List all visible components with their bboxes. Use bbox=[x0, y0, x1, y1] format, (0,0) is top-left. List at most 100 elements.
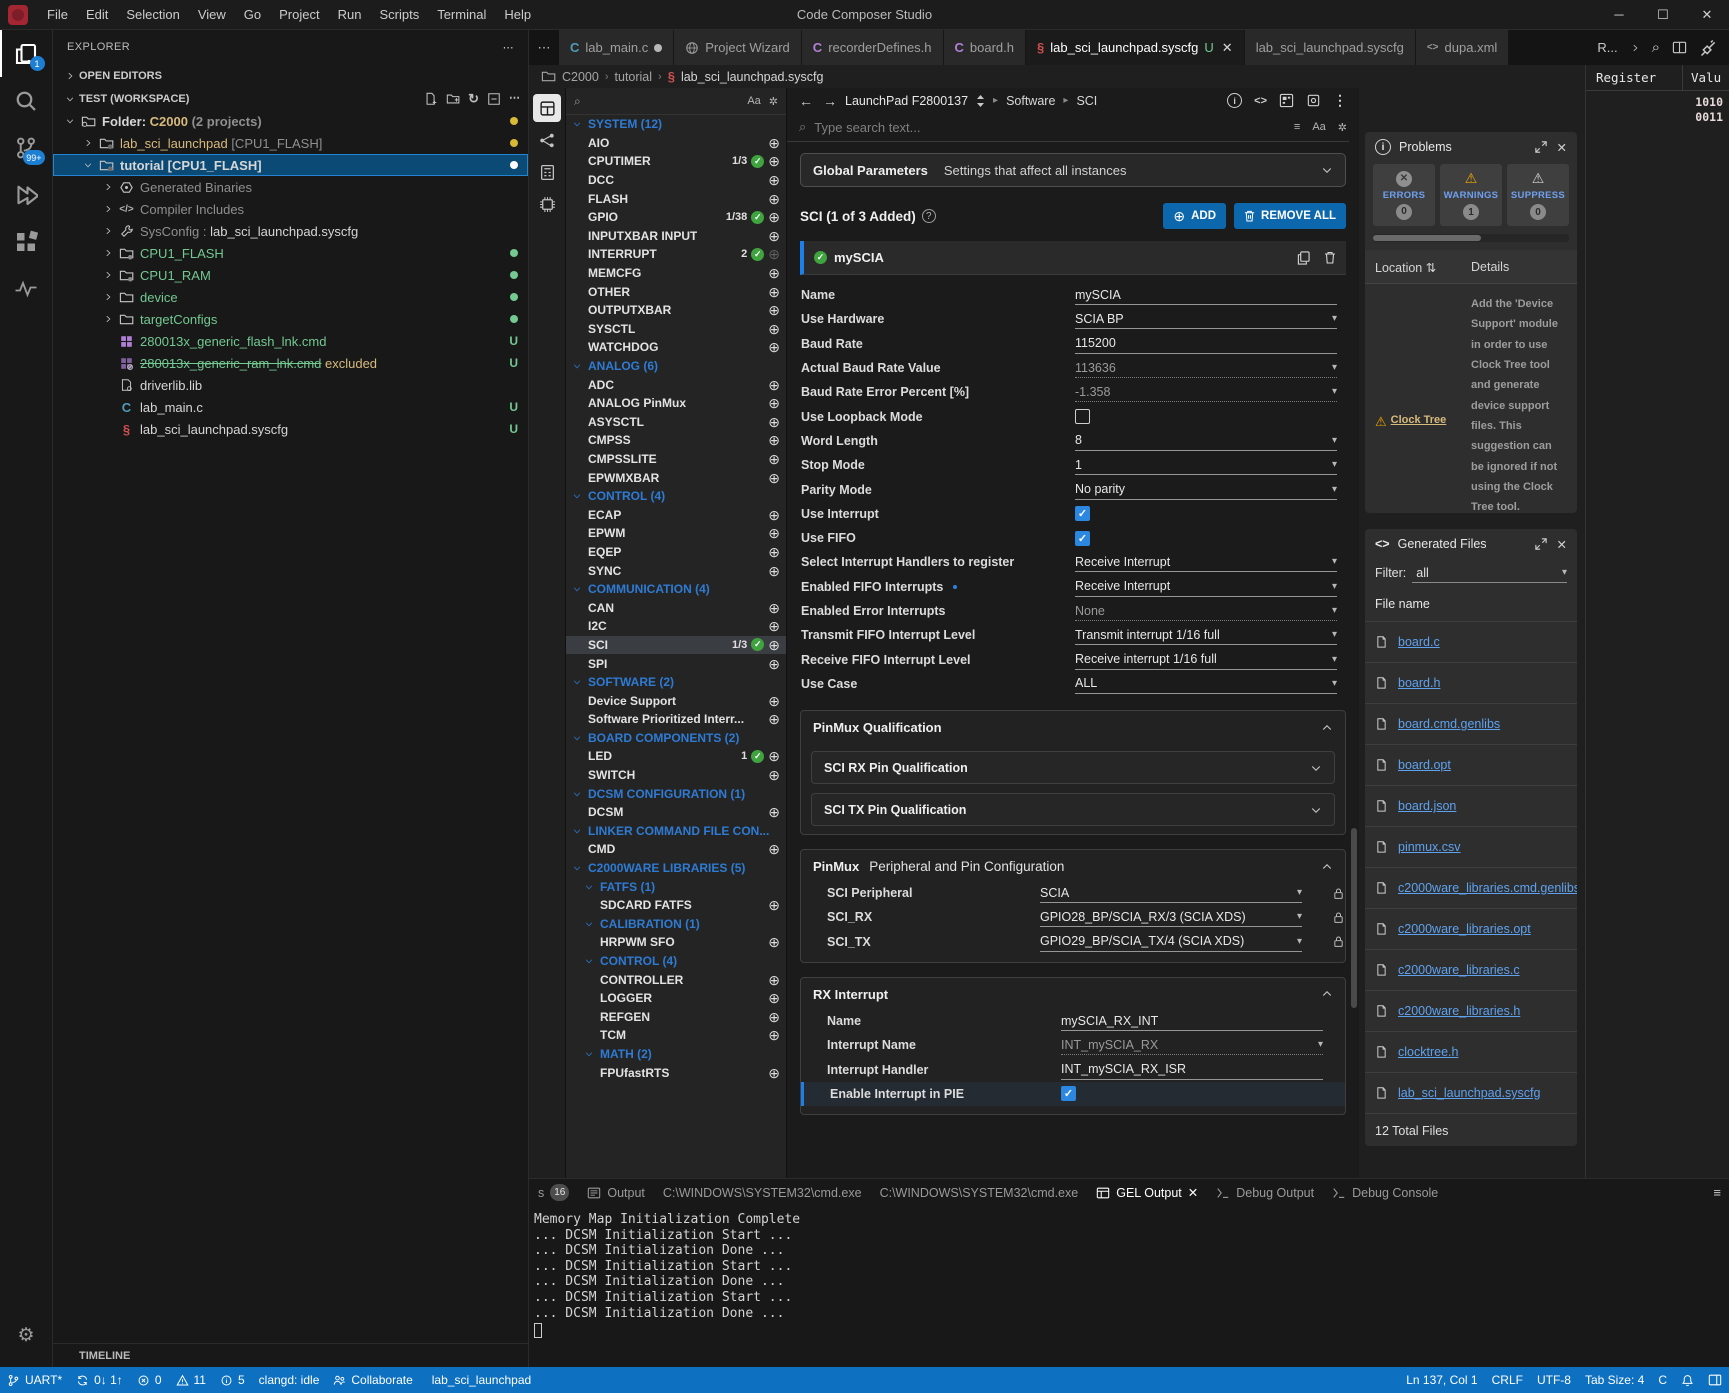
add-module-icon[interactable]: ⊕ bbox=[768, 1028, 780, 1042]
status-c[interactable]: C bbox=[1651, 1367, 1674, 1393]
add-module-icon[interactable]: ⊕ bbox=[768, 657, 780, 671]
file-link[interactable]: pinmux.csv bbox=[1398, 840, 1461, 854]
regex-icon[interactable]: ✲ bbox=[1338, 121, 1347, 134]
chevron-right-icon[interactable] bbox=[99, 226, 117, 236]
field-actual-baud-rate-value[interactable]: 113636▾ bbox=[1075, 358, 1337, 378]
add-module-icon[interactable]: ⊕ bbox=[768, 154, 780, 168]
forward-icon[interactable]: → bbox=[823, 93, 837, 109]
module-category[interactable]: CALIBRATION (1) bbox=[566, 915, 786, 934]
module-asysctl[interactable]: ASYSCTL⊕ bbox=[566, 413, 786, 432]
value-column[interactable]: Valu bbox=[1691, 70, 1721, 85]
menu-scripts[interactable]: Scripts bbox=[370, 0, 428, 29]
add-module-icon[interactable]: ⊕ bbox=[768, 991, 780, 1005]
file-link[interactable]: lab_sci_launchpad.syscfg bbox=[1398, 1086, 1540, 1100]
tree-row[interactable]: §lab_sci_launchpad.syscfgU bbox=[53, 418, 528, 440]
swap-device-icon[interactable] bbox=[976, 95, 985, 107]
status-clangd-idle[interactable]: clangd: idle bbox=[252, 1367, 327, 1393]
more-options-icon[interactable]: ⋮ bbox=[1333, 92, 1347, 109]
delete-icon[interactable] bbox=[1324, 251, 1336, 265]
tab-overflow-icon[interactable]: ⋯ bbox=[529, 30, 559, 65]
module-category[interactable]: SYSTEM (12) bbox=[566, 115, 786, 134]
generated-file-row[interactable]: clocktree.h bbox=[1365, 1032, 1577, 1073]
module-flash[interactable]: FLASH⊕ bbox=[566, 189, 786, 208]
module-controller[interactable]: CONTROLLER⊕ bbox=[566, 970, 786, 989]
workspace-section[interactable]: TEST (WORKSPACE) ↻⋯ bbox=[53, 87, 528, 110]
module-can[interactable]: CAN⊕ bbox=[566, 598, 786, 617]
module-sysctl[interactable]: SYSCTL⊕ bbox=[566, 320, 786, 339]
field-receive-fifo-interrupt-level[interactable]: Receive interrupt 1/16 full▾ bbox=[1075, 650, 1337, 670]
filter-icon[interactable]: ≡ bbox=[1294, 121, 1300, 133]
add-module-icon[interactable]: ⊕ bbox=[768, 973, 780, 987]
tree-row[interactable]: SysConfig : lab_sci_launchpad.syscfg bbox=[53, 220, 528, 242]
add-module-icon[interactable]: ⊕ bbox=[768, 712, 780, 726]
tab-lab-sci-launchpad-syscfg[interactable]: §lab_sci_launchpad.syscfgU✕ bbox=[1026, 30, 1245, 65]
more-actions-icon[interactable]: ⋯ bbox=[509, 91, 520, 107]
chevron-right-icon[interactable] bbox=[79, 138, 97, 148]
remove-all-button[interactable]: REMOVE ALL bbox=[1234, 203, 1346, 229]
module-memcfg[interactable]: MEMCFG⊕ bbox=[566, 264, 786, 283]
new-file-icon[interactable] bbox=[424, 91, 438, 107]
chevron-right-icon[interactable] bbox=[99, 204, 117, 214]
status-ln-137-col-1[interactable]: Ln 137, Col 1 bbox=[1399, 1367, 1484, 1393]
generated-file-row[interactable]: c2000ware_libraries.h bbox=[1365, 991, 1577, 1032]
module-analog-pinmux[interactable]: ANALOG PinMux⊕ bbox=[566, 394, 786, 413]
device-name[interactable]: LaunchPad F2800137 bbox=[845, 94, 968, 108]
module-i2c[interactable]: I2C⊕ bbox=[566, 617, 786, 636]
search-icon[interactable]: ⌕ bbox=[1652, 39, 1660, 56]
status-tab-size-4[interactable]: Tab Size: 4 bbox=[1578, 1367, 1651, 1393]
module-watchdog[interactable]: WATCHDOG⊕ bbox=[566, 338, 786, 357]
activity-source-control[interactable]: 99+ bbox=[0, 124, 53, 171]
generated-file-row[interactable]: c2000ware_libraries.c bbox=[1365, 950, 1577, 991]
new-folder-icon[interactable] bbox=[446, 91, 460, 107]
field-enabled-fifo-interrupts[interactable]: Receive Interrupt▾ bbox=[1075, 577, 1337, 597]
tree-row[interactable]: Folder: C2000 (2 projects) bbox=[53, 110, 528, 132]
module-interrupt[interactable]: INTERRUPT2✓⊕ bbox=[566, 245, 786, 264]
field-interrupt-name[interactable]: INT_mySCIA_RX▾ bbox=[1061, 1035, 1323, 1055]
notifications-bell-icon[interactable] bbox=[1674, 1367, 1701, 1393]
file-link[interactable]: board.opt bbox=[1398, 758, 1451, 772]
file-link[interactable]: c2000ware_libraries.opt bbox=[1398, 922, 1531, 936]
status-lab-sci-launchpad[interactable]: lab_sci_launchpad bbox=[420, 1367, 538, 1393]
add-module-icon[interactable]: ⊕ bbox=[768, 173, 780, 187]
add-module-icon[interactable]: ⊕ bbox=[768, 694, 780, 708]
bottom-tab-c-windows-system32-cmd-exe[interactable]: C:\WINDOWS\SYSTEM32\cmd.exe bbox=[871, 1179, 1088, 1206]
status-0-1-[interactable]: 0↓ 1↑ bbox=[69, 1367, 130, 1393]
tab-project-wizard[interactable]: Project Wizard bbox=[674, 30, 802, 65]
timeline-section[interactable]: TIMELINE bbox=[53, 1343, 528, 1367]
menu-view[interactable]: View bbox=[189, 0, 235, 29]
module-led[interactable]: LED1✓⊕ bbox=[566, 747, 786, 766]
field-parity-mode[interactable]: No parity▾ bbox=[1075, 480, 1337, 500]
module-category[interactable]: COMMUNICATION (4) bbox=[566, 580, 786, 599]
chevron-right-icon[interactable] bbox=[99, 314, 117, 324]
chip-suppress[interactable]: ⚠SUPPRESS0 bbox=[1507, 164, 1569, 226]
field-select-interrupt-handlers-to-register[interactable]: Receive Interrupt▾ bbox=[1075, 552, 1337, 572]
module-category[interactable]: LINKER COMMAND FILE CON... bbox=[566, 822, 786, 841]
main-scrollbar[interactable] bbox=[1349, 88, 1359, 1367]
chevron-down-icon[interactable] bbox=[61, 116, 79, 126]
add-module-icon[interactable]: ⊕ bbox=[768, 749, 780, 763]
module-ecap[interactable]: ECAP⊕ bbox=[566, 505, 786, 524]
view-peripherals-icon[interactable] bbox=[533, 126, 561, 154]
tree-row[interactable]: driverlib.lib bbox=[53, 374, 528, 396]
file-link[interactable]: board.h bbox=[1398, 676, 1440, 690]
view-board-icon[interactable] bbox=[533, 158, 561, 186]
module-sci[interactable]: SCI1/3✓⊕ bbox=[566, 636, 786, 655]
module-dcsm[interactable]: DCSM⊕ bbox=[566, 803, 786, 822]
add-module-icon[interactable]: ⊕ bbox=[768, 340, 780, 354]
crumb-tutorial[interactable]: tutorial bbox=[615, 70, 653, 84]
add-module-icon[interactable]: ⊕ bbox=[768, 564, 780, 578]
field-sci-rx[interactable]: GPIO28_BP/SCIA_RX/3 (SCIA XDS)▾ bbox=[1040, 907, 1302, 927]
module-switch[interactable]: SWITCH⊕ bbox=[566, 766, 786, 785]
generated-file-row[interactable]: pinmux.csv bbox=[1365, 827, 1577, 868]
file-link[interactable]: board.json bbox=[1398, 799, 1456, 813]
field-baud-rate[interactable]: 115200 bbox=[1075, 334, 1337, 354]
chip-errors[interactable]: ✕ERRORS0 bbox=[1373, 164, 1435, 226]
file-link[interactable]: board.cmd.genlibs bbox=[1398, 717, 1500, 731]
file-link[interactable]: c2000ware_libraries.c bbox=[1398, 963, 1520, 977]
module-category[interactable]: C2000WARE LIBRARIES (5) bbox=[566, 859, 786, 878]
file-link[interactable]: c2000ware_libraries.cmd.genlibs bbox=[1398, 881, 1577, 895]
field-interrupt-handler[interactable]: INT_mySCIA_RX_ISR bbox=[1061, 1060, 1323, 1080]
tree-row[interactable]: CPU1_RAM bbox=[53, 264, 528, 286]
status-11[interactable]: 11 bbox=[169, 1367, 213, 1393]
add-module-icon[interactable]: ⊕ bbox=[768, 192, 780, 206]
